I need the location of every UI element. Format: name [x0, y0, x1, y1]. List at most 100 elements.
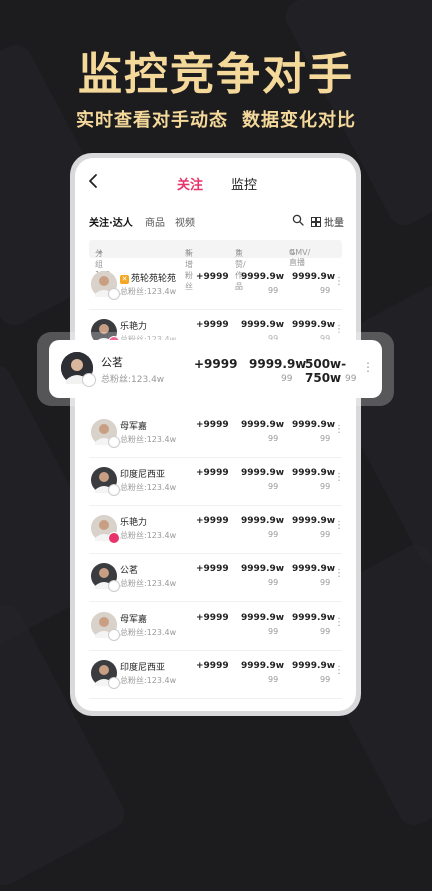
row-divider: [89, 698, 342, 699]
hero-title: 监控竞争对手: [78, 49, 354, 100]
gmv-sub-value: 99: [320, 434, 331, 443]
more-options-icon[interactable]: ⋮: [334, 568, 344, 579]
chevron-down-icon: ▾: [98, 248, 103, 257]
new-fans-value: +9999: [196, 564, 229, 574]
avatar: [91, 271, 120, 300]
total-fans: 总粉丝:123.4w: [120, 579, 177, 588]
more-options-icon[interactable]: ⋮: [334, 472, 344, 483]
list-item[interactable]: 乐艳力总粉丝:123.4w+99999999.9w999999.9w99⋮: [75, 504, 356, 554]
influencer-name-text: 母军嘉: [120, 422, 148, 432]
more-options-icon[interactable]: ⋮: [334, 520, 344, 531]
tiktok-badge-icon: [108, 532, 120, 544]
search-icon[interactable]: [292, 214, 304, 226]
influencer-name: 公茗: [120, 563, 138, 576]
new-fans-value: +9999: [196, 468, 229, 478]
gmv-value: 9999.9w: [292, 272, 336, 282]
gmv-sub-value: 99: [320, 482, 331, 491]
total-fans: 总粉丝:123.4w: [120, 628, 177, 637]
avatar: [91, 563, 120, 592]
total-fans: 总粉丝:123.4w: [120, 483, 177, 492]
more-options-icon[interactable]: ⋮: [334, 617, 344, 628]
back-arrow-icon[interactable]: [85, 172, 103, 190]
gmv-value: 9999.9w: [292, 613, 336, 623]
more-options-icon[interactable]: ⋮: [334, 276, 344, 287]
list-item[interactable]: 公茗 总粉丝:123.4w +9999 9999.9w 99 9999.9w 99 ⋮: [75, 552, 356, 602]
more-options-icon[interactable]: ⋮: [334, 665, 344, 676]
clock-badge-icon: [82, 373, 96, 387]
more-options-icon[interactable]: ⋮: [362, 360, 374, 374]
list-item[interactable]: 母军嘉 总粉丝:123.4w +9999 9999.9w 99 9999.9w 99 ⋮: [75, 408, 356, 458]
likes-sub-value: 99: [268, 434, 279, 443]
likes-sub-value: 99: [268, 482, 279, 491]
likes-sub-value: 99: [268, 627, 279, 636]
avatar: [91, 515, 120, 544]
influencer-name-text: 乐艳力: [120, 518, 148, 528]
likes-value: 9999.9w: [241, 516, 285, 526]
gmv-sub-value: 99: [320, 530, 331, 539]
influencer-name: 乐艳力: [120, 515, 147, 528]
clock-badge-icon: [108, 484, 120, 496]
total-fans: 总粉丝:123.4w: [120, 676, 177, 685]
likes-sub-value: 99: [268, 286, 279, 295]
avatar: [91, 467, 120, 496]
influencer-name: 乐艳力: [120, 319, 147, 332]
influencer-name: 母军嘉: [120, 419, 147, 432]
influencer-name: 印度尼西亚: [120, 660, 165, 673]
clock-badge-icon: [108, 288, 120, 300]
highlight-likes-sub: 99: [281, 374, 293, 384]
clock-badge-icon: [108, 677, 120, 689]
clock-badge-icon: [108, 580, 120, 592]
gmv-sub-value: 99: [320, 675, 331, 684]
hero-subtitle-part2: 数据变化对比: [242, 110, 356, 131]
subtab-products[interactable]: 商品: [145, 214, 165, 229]
new-fans-value: +9999: [196, 661, 229, 671]
highlight-fans: 总粉丝:123.4w: [101, 375, 165, 385]
total-fans: 总粉丝:123.4w: [120, 531, 177, 540]
new-fans-value: +9999: [196, 516, 229, 526]
tab-monitor[interactable]: 监控: [231, 174, 257, 193]
total-fans: 总粉丝:123.4w: [120, 287, 177, 296]
more-options-icon[interactable]: ⋮: [334, 424, 344, 435]
sort-icon: ⇅: [185, 248, 192, 257]
avatar: [61, 352, 96, 387]
likes-value: 9999.9w: [241, 468, 285, 478]
likes-value: 9999.9w: [241, 613, 285, 623]
influencer-name-text: 乐艳力: [120, 322, 148, 332]
list-item[interactable]: 印度尼西亚 总粉丝:123.4w +9999 9999.9w 99 9999.9w 99 ⋮: [75, 456, 356, 506]
subtab-follow-influencer[interactable]: 关注·达人: [89, 214, 133, 229]
new-fans-value: +9999: [196, 320, 229, 330]
influencer-name-text: 母军嘉: [120, 615, 148, 625]
hero-subtitle-part1: 实时查看对手动态: [76, 110, 228, 131]
avatar: [91, 660, 120, 689]
new-fans-value: +9999: [196, 613, 229, 623]
list-item[interactable]: ✕ 苑轮苑轮苑 总粉丝:123.4w +9999 9999.9w 99 9999.9w 99 ⋮: [75, 260, 356, 310]
column-header: 分组123▾ 新增粉丝 ⇅ 点赞/作品 ⇅ GMV/直播 ⇅: [89, 240, 342, 291]
batch-grid-icon: [311, 217, 321, 227]
new-fans-value: +9999: [196, 420, 229, 430]
highlight-row[interactable]: 公茗 总粉丝:123.4w +9999 9999.9w 99 500w-750w…: [49, 340, 382, 398]
likes-sub-value: 99: [268, 578, 279, 587]
batch-button[interactable]: 批量: [311, 214, 344, 229]
influencer-name-text: 印度尼西亚: [120, 663, 166, 673]
influencer-name: ✕ 苑轮苑轮苑: [120, 271, 176, 284]
list-item[interactable]: 印度尼西亚 总粉丝:123.4w +9999 9999.9w 99 9999.9w 99 ⋮: [75, 649, 356, 699]
influencer-name-text: 公茗: [120, 566, 139, 576]
new-fans-value: +9999: [196, 272, 229, 282]
hero-subtitle: 实时查看对手动态 数据变化对比: [0, 106, 432, 132]
subtab-bar: 关注·达人 商品 视频 批量: [75, 214, 356, 234]
top-nav: 关注 监控: [75, 158, 356, 204]
subtab-videos[interactable]: 视频: [175, 214, 195, 229]
influencer-name-text: 印度尼西亚: [120, 470, 166, 480]
batch-label: 批量: [324, 218, 344, 229]
likes-value: 9999.9w: [241, 320, 285, 330]
gmv-value: 9999.9w: [292, 420, 336, 430]
likes-value: 9999.9w: [241, 272, 285, 282]
tab-follow[interactable]: 关注: [177, 174, 203, 193]
highlight-likes: 9999.9w: [249, 357, 307, 371]
gmv-sub-value: 99: [320, 627, 331, 636]
avatar: [91, 612, 120, 641]
clock-badge-icon: [108, 629, 120, 641]
highlight-new-fans: +9999: [194, 357, 238, 371]
list-item[interactable]: 母军嘉 总粉丝:123.4w +9999 9999.9w 99 9999.9w 99 ⋮: [75, 601, 356, 651]
gmv-value: 9999.9w: [292, 320, 336, 330]
